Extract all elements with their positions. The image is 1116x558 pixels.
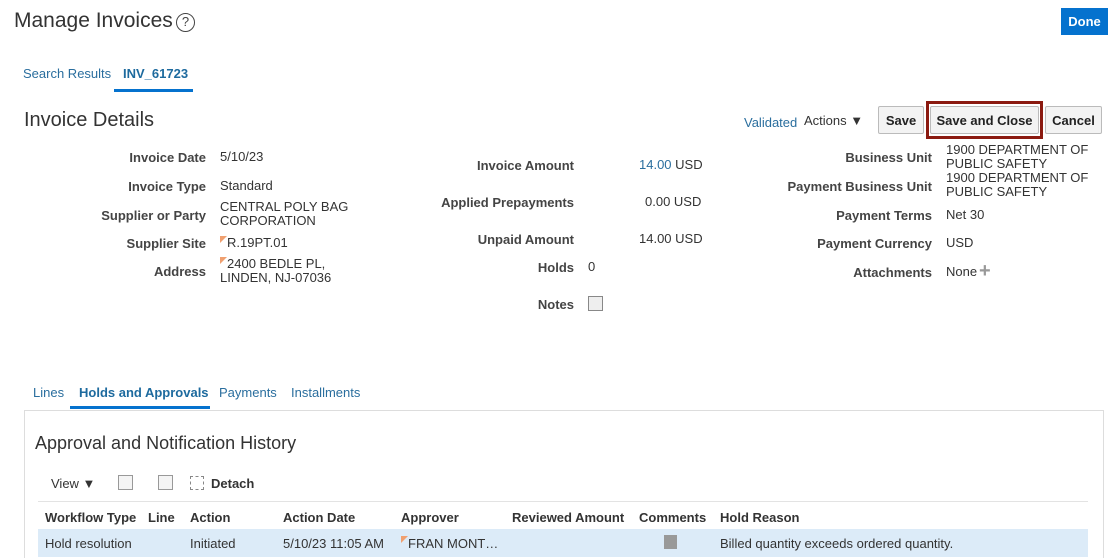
subtab-installments[interactable]: Installments [291,385,360,400]
col-header[interactable]: Action [190,505,283,529]
detach-button[interactable]: Detach [211,476,254,491]
col-header[interactable]: Action Date [283,505,401,529]
address-value: 2400 BEDLE PL, LINDEN, NJ-07036 [220,256,332,285]
hold-reason: Billed quantity exceeds ordered quantity… [720,535,954,551]
freeze-icon[interactable] [118,475,133,490]
payment-terms-value: Net 30 [946,207,985,222]
supplier-site-label: Supplier Site [126,236,206,251]
invoice-amount-link[interactable]: 14.00 [639,157,672,172]
active-subtab-indicator [70,406,210,409]
col-header[interactable]: Line [148,505,190,529]
line [148,529,190,557]
unpaid-amount-label: Unpaid Amount [477,232,574,247]
approval-history-table: Workflow Type Line Action Action Date Ap… [38,505,1088,557]
reviewed-amount [512,529,639,557]
payment-business-unit-value: 1900 DEPARTMENT OF PUBLIC SAFETY [946,170,1089,199]
history-title: Approval and Notification History [35,433,297,453]
view-menu[interactable]: View ▼ [51,476,95,491]
flag-icon [401,535,408,543]
invoice-date-label: Invoice Date [129,150,206,165]
business-unit-value: 1900 DEPARTMENT OF PUBLIC SAFETY [946,142,1089,171]
subtab-holds-approvals[interactable]: Holds and Approvals [79,385,209,400]
col-header[interactable]: Approver [401,505,512,529]
invoice-type-label: Invoice Type [128,179,206,194]
notes-icon[interactable] [588,296,603,311]
workflow-type: Hold resolution [45,535,132,551]
invoice-amount-label: Invoice Amount [476,158,574,173]
subtab-payments[interactable]: Payments [219,385,277,400]
status-validated-link[interactable]: Validated [744,115,797,130]
supplier-label: Supplier or Party [101,208,206,223]
invoice-type-value: Standard [220,178,273,193]
done-button[interactable]: Done [1061,8,1108,35]
actions-menu[interactable]: Actions ▼ [804,113,863,128]
col-header[interactable]: Reviewed Amount [512,505,639,529]
business-unit-label: Business Unit [845,150,932,165]
flag-icon [220,236,227,243]
active-tab-indicator [114,89,193,92]
invoice-date-value: 5/10/23 [220,149,264,164]
col-header[interactable]: Workflow Type [38,505,148,529]
table-row[interactable]: Hold resolution Initiated 5/10/23 11:05 … [38,529,1088,557]
action-date: 5/10/23 11:05 AM [283,535,384,551]
flag-icon [220,257,227,264]
subtab-lines[interactable]: Lines [33,385,64,400]
payment-business-unit-label: Payment Business Unit [787,179,933,194]
section-title: Invoice Details [24,109,155,131]
help-icon[interactable]: ? [176,13,195,32]
col-header[interactable]: Hold Reason [720,505,1088,529]
supplier-value: CENTRAL POLY BAG CORPORATION [220,199,349,228]
tab-search-results[interactable]: Search Results [23,66,111,81]
address-label: Address [153,264,206,279]
holds-value: 0 [588,259,596,274]
attachments-label: Attachments [853,265,932,280]
comments-icon[interactable] [664,534,677,549]
tab-invoice[interactable]: INV_61723 [123,66,188,81]
applied-prepayments-label: Applied Prepayments [441,195,574,210]
invoice-currency: USD [675,157,703,172]
supplier-site-value: R.19PT.01 [227,235,288,250]
payment-terms-label: Payment Terms [836,208,932,223]
approver[interactable]: FRAN MONT… [408,536,498,551]
cancel-button[interactable]: Cancel [1045,106,1102,134]
payment-currency-label: Payment Currency [817,236,932,251]
col-header[interactable]: Comments [639,505,720,529]
applied-prepayments-value: 0.00 USD [645,194,702,209]
attachments-value: None [946,264,978,279]
save-button[interactable]: Save [878,106,924,134]
action: Initiated [190,535,236,551]
holds-label: Holds [537,260,574,275]
payment-currency-value: USD [946,235,974,250]
add-attachment-icon[interactable]: + [979,261,991,281]
unpaid-amount-value: 14.00 USD [639,231,703,246]
detach-icon[interactable] [190,476,204,490]
save-and-close-button[interactable]: Save and Close [930,106,1039,134]
page-title: Manage Invoices [14,9,173,32]
notes-label: Notes [537,297,574,312]
divider [38,501,1088,502]
query-filter-icon[interactable] [158,475,173,490]
